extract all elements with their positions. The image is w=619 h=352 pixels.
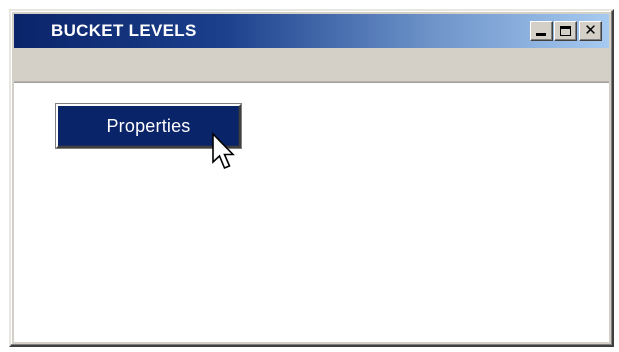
maximize-button[interactable] <box>554 21 577 41</box>
minimize-icon <box>536 33 546 36</box>
title-bar[interactable]: BUCKET LEVELS ✕ <box>14 14 609 48</box>
page: BUCKET LEVELS ✕ Properties <box>0 0 619 352</box>
bucket-levels-window: BUCKET LEVELS ✕ Properties <box>9 9 614 347</box>
maximize-icon <box>560 26 571 36</box>
minimize-button[interactable] <box>530 21 553 41</box>
properties-button-face: Properties <box>61 109 236 143</box>
pointer-arrow-icon <box>212 132 235 170</box>
window-title: BUCKET LEVELS <box>51 21 197 40</box>
close-button[interactable]: ✕ <box>579 21 602 41</box>
properties-button-label: Properties <box>106 115 191 136</box>
close-icon: ✕ <box>584 21 597 39</box>
client-area: Properties <box>14 82 609 342</box>
menu-bar <box>14 51 609 82</box>
